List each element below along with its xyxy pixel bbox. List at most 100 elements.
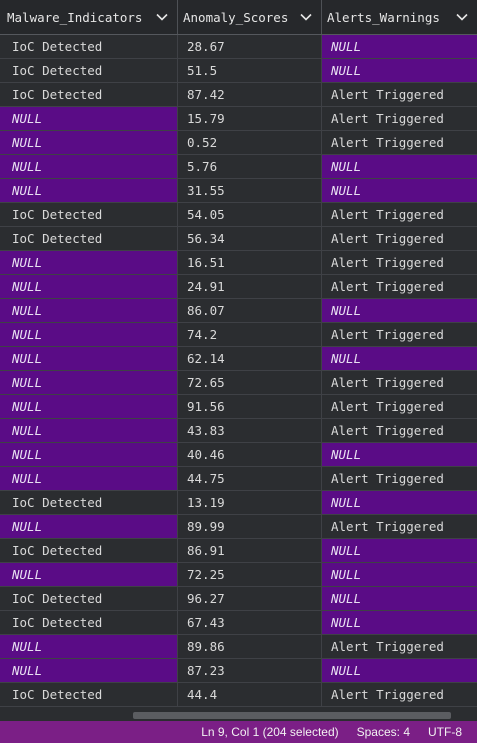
- anomaly-scores-cell[interactable]: 72.25: [178, 563, 322, 586]
- table-row[interactable]: IoC Detected 86.91 NULL: [0, 539, 477, 563]
- malware-indicators-cell[interactable]: NULL: [0, 515, 178, 538]
- chevron-down-icon[interactable]: [155, 10, 169, 24]
- anomaly-scores-cell[interactable]: 16.51: [178, 251, 322, 274]
- malware-indicators-cell[interactable]: NULL: [0, 131, 178, 154]
- alerts-warnings-cell[interactable]: Alert Triggered: [322, 515, 477, 538]
- malware-indicators-cell[interactable]: IoC Detected: [0, 35, 178, 58]
- anomaly-scores-cell[interactable]: 67.43: [178, 611, 322, 634]
- scrollbar-thumb[interactable]: [133, 712, 451, 719]
- alerts-warnings-cell[interactable]: Alert Triggered: [322, 203, 477, 226]
- alerts-warnings-cell[interactable]: Alert Triggered: [322, 227, 477, 250]
- malware-indicators-cell[interactable]: IoC Detected: [0, 83, 178, 106]
- table-row[interactable]: NULL 44.75 Alert Triggered: [0, 467, 477, 491]
- alerts-warnings-cell[interactable]: Alert Triggered: [322, 107, 477, 130]
- malware-indicators-cell[interactable]: NULL: [0, 563, 178, 586]
- table-row[interactable]: NULL 89.99 Alert Triggered: [0, 515, 477, 539]
- alerts-warnings-cell[interactable]: Alert Triggered: [322, 371, 477, 394]
- column-header-alerts-warnings[interactable]: Alerts_Warnings: [322, 0, 477, 34]
- alerts-warnings-cell[interactable]: Alert Triggered: [322, 395, 477, 418]
- anomaly-scores-cell[interactable]: 72.65: [178, 371, 322, 394]
- alerts-warnings-cell[interactable]: NULL: [322, 155, 477, 178]
- anomaly-scores-cell[interactable]: 89.99: [178, 515, 322, 538]
- table-row[interactable]: NULL 15.79 Alert Triggered: [0, 107, 477, 131]
- malware-indicators-cell[interactable]: NULL: [0, 443, 178, 466]
- malware-indicators-cell[interactable]: IoC Detected: [0, 611, 178, 634]
- table-row[interactable]: IoC Detected 87.42 Alert Triggered: [0, 83, 477, 107]
- table-row[interactable]: IoC Detected 28.67 NULL: [0, 35, 477, 59]
- malware-indicators-cell[interactable]: NULL: [0, 323, 178, 346]
- table-row[interactable]: IoC Detected 67.43 NULL: [0, 611, 477, 635]
- malware-indicators-cell[interactable]: NULL: [0, 299, 178, 322]
- malware-indicators-cell[interactable]: IoC Detected: [0, 683, 178, 706]
- alerts-warnings-cell[interactable]: Alert Triggered: [322, 323, 477, 346]
- table-row[interactable]: IoC Detected 54.05 Alert Triggered: [0, 203, 477, 227]
- anomaly-scores-cell[interactable]: 24.91: [178, 275, 322, 298]
- malware-indicators-cell[interactable]: IoC Detected: [0, 227, 178, 250]
- alerts-warnings-cell[interactable]: Alert Triggered: [322, 83, 477, 106]
- anomaly-scores-cell[interactable]: 87.23: [178, 659, 322, 682]
- table-row[interactable]: NULL 5.76 NULL: [0, 155, 477, 179]
- table-row[interactable]: IoC Detected 44.4 Alert Triggered: [0, 683, 477, 707]
- anomaly-scores-cell[interactable]: 86.07: [178, 299, 322, 322]
- anomaly-scores-cell[interactable]: 15.79: [178, 107, 322, 130]
- table-row[interactable]: NULL 62.14 NULL: [0, 347, 477, 371]
- alerts-warnings-cell[interactable]: Alert Triggered: [322, 275, 477, 298]
- anomaly-scores-cell[interactable]: 86.91: [178, 539, 322, 562]
- anomaly-scores-cell[interactable]: 96.27: [178, 587, 322, 610]
- malware-indicators-cell[interactable]: NULL: [0, 635, 178, 658]
- anomaly-scores-cell[interactable]: 28.67: [178, 35, 322, 58]
- table-row[interactable]: NULL 91.56 Alert Triggered: [0, 395, 477, 419]
- alerts-warnings-cell[interactable]: Alert Triggered: [322, 419, 477, 442]
- malware-indicators-cell[interactable]: NULL: [0, 179, 178, 202]
- alerts-warnings-cell[interactable]: NULL: [322, 59, 477, 82]
- alerts-warnings-cell[interactable]: NULL: [322, 35, 477, 58]
- chevron-down-icon[interactable]: [455, 10, 469, 24]
- malware-indicators-cell[interactable]: NULL: [0, 659, 178, 682]
- anomaly-scores-cell[interactable]: 5.76: [178, 155, 322, 178]
- table-row[interactable]: NULL 0.52 Alert Triggered: [0, 131, 477, 155]
- anomaly-scores-cell[interactable]: 40.46: [178, 443, 322, 466]
- anomaly-scores-cell[interactable]: 87.42: [178, 83, 322, 106]
- malware-indicators-cell[interactable]: NULL: [0, 371, 178, 394]
- malware-indicators-cell[interactable]: NULL: [0, 275, 178, 298]
- anomaly-scores-cell[interactable]: 0.52: [178, 131, 322, 154]
- malware-indicators-cell[interactable]: IoC Detected: [0, 203, 178, 226]
- malware-indicators-cell[interactable]: NULL: [0, 107, 178, 130]
- anomaly-scores-cell[interactable]: 44.4: [178, 683, 322, 706]
- malware-indicators-cell[interactable]: NULL: [0, 467, 178, 490]
- malware-indicators-cell[interactable]: NULL: [0, 347, 178, 370]
- table-row[interactable]: IoC Detected 96.27 NULL: [0, 587, 477, 611]
- indentation-setting[interactable]: Spaces: 4: [357, 725, 410, 739]
- malware-indicators-cell[interactable]: IoC Detected: [0, 587, 178, 610]
- alerts-warnings-cell[interactable]: NULL: [322, 491, 477, 514]
- alerts-warnings-cell[interactable]: NULL: [322, 179, 477, 202]
- table-row[interactable]: NULL 72.25 NULL: [0, 563, 477, 587]
- alerts-warnings-cell[interactable]: NULL: [322, 539, 477, 562]
- table-row[interactable]: IoC Detected 13.19 NULL: [0, 491, 477, 515]
- table-row[interactable]: IoC Detected 51.5 NULL: [0, 59, 477, 83]
- chevron-down-icon[interactable]: [299, 10, 313, 24]
- table-row[interactable]: NULL 72.65 Alert Triggered: [0, 371, 477, 395]
- anomaly-scores-cell[interactable]: 62.14: [178, 347, 322, 370]
- table-row[interactable]: NULL 87.23 NULL: [0, 659, 477, 683]
- table-row[interactable]: IoC Detected 56.34 Alert Triggered: [0, 227, 477, 251]
- column-header-anomaly-scores[interactable]: Anomaly_Scores: [178, 0, 322, 34]
- malware-indicators-cell[interactable]: IoC Detected: [0, 491, 178, 514]
- cursor-position[interactable]: Ln 9, Col 1 (204 selected): [201, 725, 338, 739]
- anomaly-scores-cell[interactable]: 74.2: [178, 323, 322, 346]
- alerts-warnings-cell[interactable]: Alert Triggered: [322, 683, 477, 706]
- anomaly-scores-cell[interactable]: 43.83: [178, 419, 322, 442]
- alerts-warnings-cell[interactable]: NULL: [322, 563, 477, 586]
- table-row[interactable]: NULL 43.83 Alert Triggered: [0, 419, 477, 443]
- malware-indicators-cell[interactable]: NULL: [0, 395, 178, 418]
- anomaly-scores-cell[interactable]: 51.5: [178, 59, 322, 82]
- column-header-malware-indicators[interactable]: Malware_Indicators: [0, 0, 178, 34]
- anomaly-scores-cell[interactable]: 89.86: [178, 635, 322, 658]
- table-row[interactable]: NULL 31.55 NULL: [0, 179, 477, 203]
- malware-indicators-cell[interactable]: NULL: [0, 251, 178, 274]
- alerts-warnings-cell[interactable]: Alert Triggered: [322, 467, 477, 490]
- alerts-warnings-cell[interactable]: NULL: [322, 611, 477, 634]
- encoding-setting[interactable]: UTF-8: [428, 725, 462, 739]
- table-row[interactable]: NULL 89.86 Alert Triggered: [0, 635, 477, 659]
- alerts-warnings-cell[interactable]: NULL: [322, 347, 477, 370]
